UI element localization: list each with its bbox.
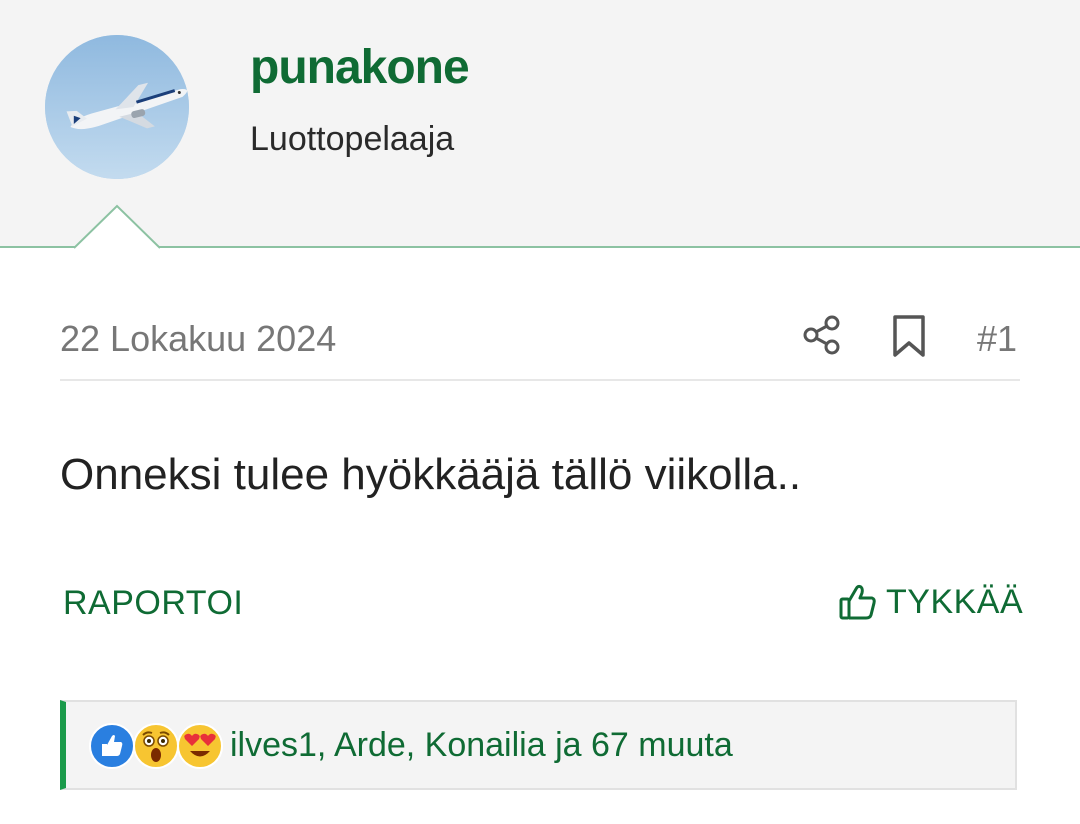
bookmark-icon[interactable] bbox=[889, 313, 929, 359]
username-link[interactable]: punakone bbox=[250, 40, 470, 95]
like-label: TYKKÄÄ bbox=[886, 582, 1024, 621]
post-number-link[interactable]: #1 bbox=[977, 318, 1017, 360]
avatar[interactable] bbox=[45, 35, 189, 179]
user-title: Luottopelaaja bbox=[250, 120, 455, 158]
like-button[interactable]: TYKKÄÄ bbox=[838, 582, 1023, 622]
share-icon[interactable] bbox=[800, 313, 844, 357]
post-body: Onneksi tulee hyökkääjä tällö viikolla.. bbox=[60, 450, 802, 499]
reactions-bar[interactable]: ilves1, Arde, Konailia ja 67 muuta bbox=[60, 700, 1017, 790]
thumbs-up-icon bbox=[839, 584, 876, 620]
report-button[interactable]: RAPORTOI bbox=[63, 584, 243, 623]
love-reaction-icon bbox=[177, 723, 223, 769]
post-date: 22 Lokakuu 2024 bbox=[60, 318, 337, 359]
header-pointer bbox=[74, 204, 160, 249]
airplane-avatar-image bbox=[45, 35, 189, 179]
reaction-icons bbox=[88, 722, 228, 770]
post-author-header: punakone Luottopelaaja bbox=[0, 0, 1080, 249]
like-reaction-icon bbox=[89, 723, 135, 769]
wow-reaction-icon bbox=[133, 723, 179, 769]
divider bbox=[60, 379, 1020, 381]
reactions-summary[interactable]: ilves1, Arde, Konailia ja 67 muuta bbox=[230, 726, 733, 765]
